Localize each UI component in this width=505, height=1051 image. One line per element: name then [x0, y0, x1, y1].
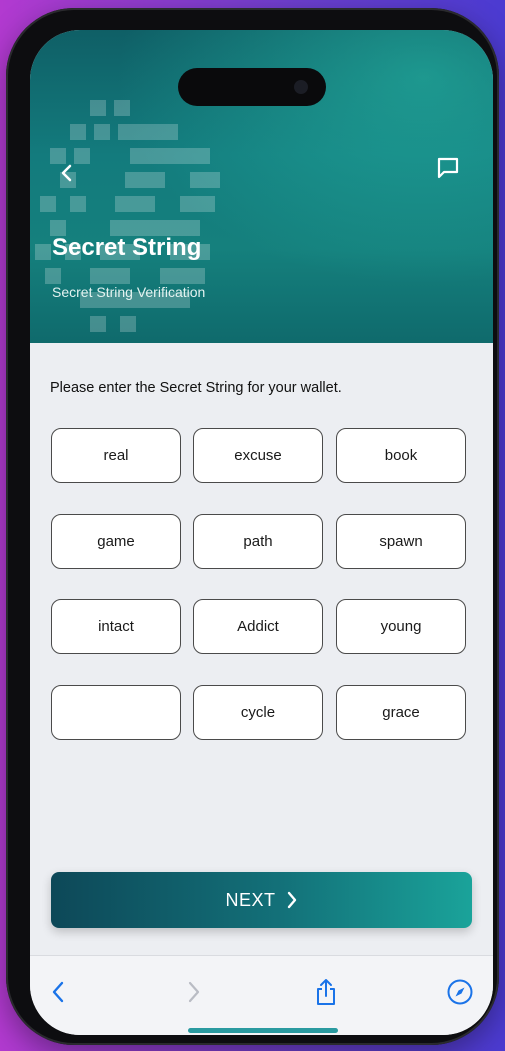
- bitcoin-watermark-icon: [35, 100, 220, 332]
- word-field-7[interactable]: intact: [51, 599, 181, 654]
- page-title: Secret String: [52, 234, 202, 261]
- compass-icon: [447, 979, 473, 1005]
- phone-frame: Secret String Secret String Verification…: [6, 8, 499, 1045]
- word-field-9[interactable]: young: [336, 599, 466, 654]
- chevron-left-icon: [61, 164, 72, 182]
- next-button[interactable]: NEXT: [51, 872, 472, 928]
- next-button-label: NEXT: [225, 889, 276, 910]
- word-field-1[interactable]: real: [51, 428, 181, 483]
- word-field-12[interactable]: grace: [336, 685, 466, 740]
- word-field-6[interactable]: spawn: [336, 514, 466, 569]
- word-field-8[interactable]: Addict: [193, 599, 323, 654]
- camera-icon: [294, 80, 308, 94]
- back-button[interactable]: [52, 158, 82, 188]
- secret-string-grid: real excuse book game path spawn intact …: [51, 428, 471, 742]
- word-field-11[interactable]: cycle: [193, 685, 323, 740]
- forward-arrow-icon: [188, 981, 200, 1003]
- chevron-right-icon: [287, 891, 296, 909]
- share-button[interactable]: [308, 974, 344, 1010]
- word-field-4[interactable]: game: [51, 514, 181, 569]
- dynamic-island: [178, 68, 326, 106]
- instruction-text: Please enter the Secret String for your …: [50, 380, 342, 396]
- share-icon: [317, 979, 335, 1005]
- word-field-10[interactable]: [51, 685, 181, 740]
- chat-button[interactable]: [430, 150, 466, 186]
- compass-button[interactable]: [442, 974, 478, 1010]
- chat-bubble-icon: [437, 157, 459, 179]
- browser-toolbar: [30, 955, 493, 1035]
- browser-back-button[interactable]: [40, 974, 76, 1010]
- browser-forward-button[interactable]: [176, 974, 212, 1010]
- word-field-2[interactable]: excuse: [193, 428, 323, 483]
- home-indicator: [188, 1028, 338, 1033]
- page-subtitle: Secret String Verification: [52, 284, 206, 300]
- word-field-3[interactable]: book: [336, 428, 466, 483]
- app-screen: Secret String Secret String Verification…: [30, 30, 493, 1035]
- word-field-5[interactable]: path: [193, 514, 323, 569]
- back-arrow-icon: [52, 981, 64, 1003]
